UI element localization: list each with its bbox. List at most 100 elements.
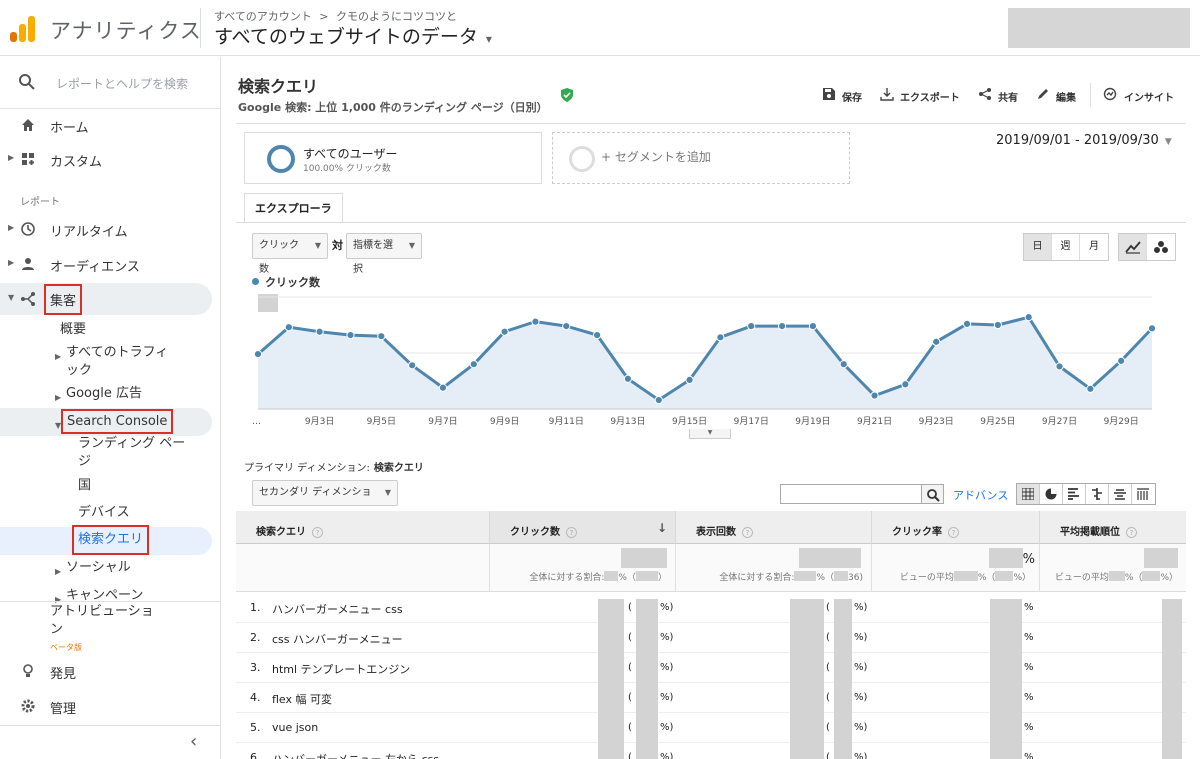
divider	[236, 123, 1186, 124]
row-query-link[interactable]: ハンバーガーメニュー 左から css	[272, 751, 439, 759]
redacted-value	[621, 548, 667, 568]
secondary-dimension-dropdown[interactable]: セカンダリ ディメンション▼	[252, 480, 398, 522]
sidebar-subitem-overview[interactable]: 概要	[60, 321, 86, 339]
column-header-impressions[interactable]: 表示回数?	[676, 511, 872, 544]
chart-collapse-handle[interactable]: ▼	[689, 429, 731, 439]
caption-text: %（	[977, 573, 996, 583]
table-view-button[interactable]	[1017, 484, 1040, 504]
segment-all-users[interactable]: すべてのユーザー 100.00% クリック数	[244, 132, 542, 184]
help-icon[interactable]: ?	[948, 527, 959, 538]
term-cloud-view-button[interactable]	[1109, 484, 1132, 504]
row-query-link[interactable]: ハンバーガーメニュー css	[272, 601, 403, 617]
row-percent-mark: %)	[854, 662, 868, 673]
table-row[interactable]: 6. ハンバーガーメニュー 左から css	[236, 743, 1186, 759]
data-point	[377, 332, 386, 341]
row-percent-mark: (	[628, 662, 632, 673]
primary-dimension-value[interactable]: 検索クエリ	[374, 463, 424, 474]
table-row[interactable]: 2. css ハンバーガーメニュー	[236, 623, 1186, 653]
sidebar-item-admin[interactable]: 管理	[0, 690, 221, 722]
sidebar-item-attribution[interactable]: アトリビューショ ン ベータ版	[50, 603, 154, 657]
row-percent-mark: (	[826, 602, 830, 613]
advanced-filter-link[interactable]: アドバンス	[953, 487, 1008, 503]
row-number: 2.	[250, 631, 261, 644]
x-tick-label: 9月7日	[428, 416, 457, 427]
tab-explorer[interactable]: エクスプローラ	[244, 193, 343, 223]
pie-view-button[interactable]	[1040, 484, 1063, 504]
table-row[interactable]: 1. ハンバーガーメニュー css	[236, 593, 1186, 623]
compare-metric-dropdown[interactable]: 指標を選択 ▼	[346, 233, 422, 275]
x-tick-label: 9月29日	[1104, 416, 1139, 427]
download-icon	[880, 88, 894, 101]
sidebar-item-audience[interactable]: ▶ オーディエンス	[0, 248, 221, 280]
table-search-button[interactable]	[922, 484, 944, 504]
sidebar-subitem-search-console[interactable]: ▼ Search Console	[55, 409, 174, 434]
row-percent-mark: %	[1024, 662, 1034, 673]
clock-icon	[21, 222, 35, 236]
sidebar-item-custom[interactable]: ▶ カスタム	[0, 143, 221, 175]
sidebar-search[interactable]: レポートとヘルプを検索	[0, 57, 221, 109]
motion-chart-button[interactable]	[1147, 234, 1175, 260]
add-segment-button[interactable]: + セグメントを追加	[552, 132, 850, 184]
data-point	[593, 330, 602, 340]
comparison-icon	[1092, 488, 1102, 500]
sidebar-item-discover[interactable]: 発見	[0, 655, 221, 687]
collapse-sidebar-icon[interactable]: ‹	[190, 731, 197, 752]
sidebar-item-acquisition[interactable]: ▼ 集客	[0, 283, 221, 315]
sidebar-subitem-landing-pages[interactable]: ランディング ペー ジ	[78, 435, 185, 471]
row-query-link[interactable]: vue json	[272, 721, 318, 734]
sidebar-subitem-queries[interactable]: 検索クエリ	[71, 525, 150, 555]
column-header-ctr[interactable]: クリック率?	[872, 511, 1040, 544]
sidebar-item-label: オーディエンス	[50, 260, 140, 275]
help-icon[interactable]: ?	[312, 527, 323, 538]
row-query-link[interactable]: css ハンバーガーメニュー	[272, 631, 403, 647]
table-row[interactable]: 5. vue json	[236, 713, 1186, 743]
performance-view-button[interactable]	[1063, 484, 1086, 504]
caption-text: ビューの平均	[1054, 573, 1109, 583]
granularity-week-button[interactable]: 週	[1052, 234, 1080, 260]
table-row[interactable]: 3. html テンプレートエンジン	[236, 653, 1186, 683]
row-percent-mark: %)	[660, 632, 674, 643]
redacted-column	[990, 599, 1022, 759]
row-query-link[interactable]: flex 幅 可変	[272, 691, 332, 707]
sidebar-subitem-all-traffic[interactable]: ▶ すべてのトラフィ ック	[55, 344, 168, 380]
sidebar-item-home[interactable]: ホーム	[0, 109, 221, 141]
sidebar-subitem-countries[interactable]: 国	[78, 477, 91, 495]
row-query-link[interactable]: html テンプレートエンジン	[272, 661, 410, 677]
line-chart-button[interactable]	[1119, 234, 1147, 260]
data-point	[438, 383, 448, 392]
bubble-chart-icon	[1154, 241, 1168, 253]
redacted-column	[636, 599, 658, 759]
data-point	[531, 317, 540, 326]
analytics-logo-icon[interactable]	[10, 14, 36, 42]
table-row[interactable]: 4. flex 幅 可変	[236, 683, 1186, 713]
help-icon[interactable]: ?	[742, 527, 753, 538]
person-icon	[22, 258, 34, 270]
totals-row-label	[236, 544, 490, 592]
view-selector[interactable]: すべてのウェブサイトのデータ ▾	[214, 22, 492, 49]
data-point	[500, 327, 509, 336]
sidebar-subitem-label: ランディング ペー	[78, 436, 186, 451]
metric-dropdown[interactable]: クリック数 ▼	[252, 233, 328, 275]
column-header-clicks[interactable]: クリック数? ↓	[490, 511, 676, 544]
sidebar-subitem-google-ads[interactable]: ▶ Google 広告	[55, 385, 142, 403]
sidebar-subitem-label: 検索クエリ	[71, 525, 150, 555]
column-header-query[interactable]: 検索クエリ?	[236, 511, 490, 544]
sidebar-item-realtime[interactable]: ▶ リアルタイム	[0, 213, 221, 245]
granularity-day-button[interactable]: 日	[1024, 234, 1052, 260]
help-icon[interactable]: ?	[566, 527, 577, 538]
column-header-position[interactable]: 平均掲載順位?	[1040, 511, 1186, 544]
clicks-line-chart[interactable]: … 9月3日 9月5日 9月7日 9月9日 9月11日 9月13日 9月15日 9月17日 9月1…	[244, 289, 1188, 434]
column-header-label: クリック率	[892, 527, 942, 538]
granularity-month-button[interactable]: 月	[1080, 234, 1108, 260]
segment-ring-icon	[267, 145, 295, 173]
help-icon[interactable]: ?	[1126, 527, 1137, 538]
sidebar-subitem-social[interactable]: ▶ ソーシャル	[55, 559, 131, 577]
sidebar-subitem-devices[interactable]: デバイス	[78, 504, 130, 522]
date-range-picker[interactable]: 2019/09/01 - 2019/09/30 ▼	[996, 133, 1172, 148]
insights-icon	[1103, 87, 1117, 101]
totals-impressions-caption: 全体に対する割合: %（ 36)	[719, 570, 863, 583]
table-search-input[interactable]	[780, 484, 922, 504]
row-percent-mark: %	[1024, 722, 1034, 733]
pivot-view-button[interactable]	[1132, 484, 1155, 504]
comparison-view-button[interactable]	[1086, 484, 1109, 504]
